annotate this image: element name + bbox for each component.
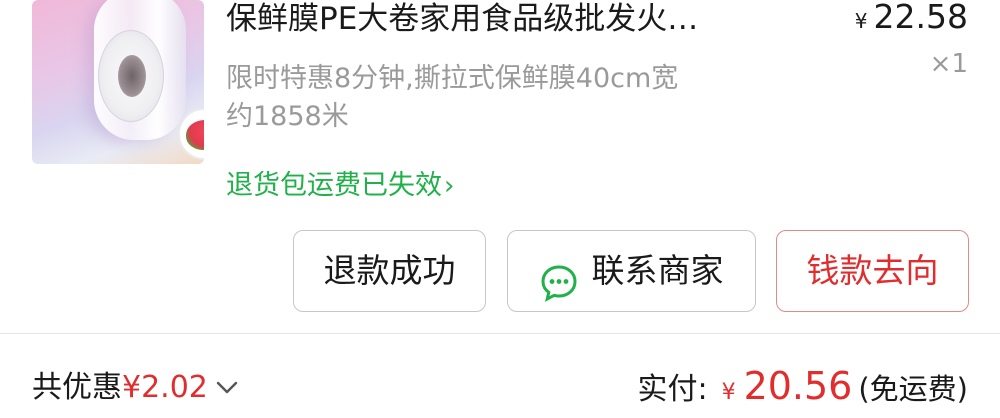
price-amount: 22.58 [873, 0, 968, 36]
refund-status-button[interactable]: 退款成功 [293, 230, 486, 312]
return-shipping-text: 退货包运费已失效 [226, 170, 442, 201]
section-divider [0, 333, 1000, 334]
product-quantity: ×1 [929, 49, 968, 79]
discount-amount: ¥2.02 [122, 370, 208, 405]
return-shipping-link[interactable]: 退货包运费已失效› [226, 166, 454, 206]
product-thumbnail[interactable] [32, 0, 204, 164]
discount-summary[interactable]: 共优惠¥2.02 [32, 368, 238, 412]
contact-seller-button[interactable]: 联系商家 [507, 230, 756, 312]
roll-core-graphic [118, 55, 146, 97]
order-item[interactable]: 保鲜膜PE大卷家用食品级批发火… ¥22.58 ×1 限时特惠8分钟,撕拉式保鲜… [0, 0, 1000, 210]
paid-amount: 20.56 [743, 364, 853, 408]
description-line-2: 约1858米 [226, 101, 349, 132]
paid-label: 实付: [637, 372, 708, 407]
chat-bubble-icon [540, 251, 578, 302]
shipping-note: (免运费) [858, 372, 968, 406]
chevron-down-icon [216, 366, 238, 406]
product-title[interactable]: 保鲜膜PE大卷家用食品级批发火… [226, 0, 816, 40]
description-line-1: 限时特惠8分钟,撕拉式保鲜膜40cm宽 [226, 63, 679, 94]
paid-total: 实付: ¥20.56 (免运费) [637, 364, 968, 414]
chevron-right-icon: › [444, 171, 455, 201]
money-whereabouts-button[interactable]: 钱款去向 [776, 230, 969, 312]
product-price: ¥22.58 [855, 0, 968, 40]
product-description: 限时特惠8分钟,撕拉式保鲜膜40cm宽 约1858米 [226, 60, 806, 136]
price-currency: ¥ [854, 9, 868, 33]
discount-label: 共优惠 [32, 370, 122, 405]
contact-seller-label: 联系商家 [591, 251, 724, 290]
watermelon-icon [186, 120, 204, 150]
paid-currency: ¥ [721, 380, 736, 405]
